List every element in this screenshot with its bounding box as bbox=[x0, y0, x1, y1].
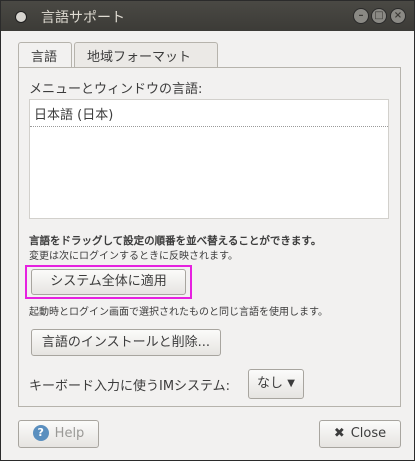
title-bar[interactable]: 言語サポート – □ × bbox=[1, 1, 414, 31]
language-list[interactable]: 日本語 (日本) bbox=[29, 99, 389, 219]
chevron-down-icon: ▼ bbox=[287, 378, 295, 389]
close-button[interactable]: ✖ Close bbox=[319, 420, 401, 448]
list-separator bbox=[30, 126, 388, 127]
help-circle-icon: ? bbox=[32, 424, 49, 441]
tab-language[interactable]: 言語 bbox=[18, 42, 72, 68]
minimize-button[interactable]: – bbox=[353, 8, 369, 24]
tab-regional-formats[interactable]: 地域フォーマット bbox=[74, 42, 218, 67]
im-system-select[interactable]: なし ▼ bbox=[248, 369, 304, 399]
app-icon bbox=[15, 11, 27, 23]
change-hint-text: 変更は次にログインするときに反映されます。 bbox=[29, 251, 238, 262]
maximize-button[interactable]: □ bbox=[371, 8, 387, 24]
menu-language-label: メニューとウィンドウの言語: bbox=[29, 82, 203, 97]
im-system-label: キーボード入力に使うIMシステム: bbox=[29, 379, 231, 394]
window-title: 言語サポート bbox=[41, 10, 125, 26]
help-label: Help bbox=[54, 426, 85, 441]
startup-hint-text: 起動時とログイン画面で選択されたものと同じ言語を使用します。 bbox=[29, 307, 328, 318]
close-window-button[interactable]: × bbox=[390, 8, 406, 24]
help-button[interactable]: ? Help bbox=[18, 420, 99, 448]
install-remove-languages-button[interactable]: 言語のインストールと削除... bbox=[31, 329, 221, 356]
x-icon: ✖ bbox=[333, 426, 345, 441]
language-support-window: 言語サポート – □ × 言語 地域フォーマット メニューとウィンドウの言語: … bbox=[0, 0, 415, 461]
apply-system-wide-button[interactable]: システム全体に適用 bbox=[31, 269, 186, 295]
close-label: Close bbox=[350, 426, 387, 441]
im-system-value: なし bbox=[256, 376, 283, 391]
drag-hint-text: 言語をドラッグして設定の順番を並べ替えることができます。 bbox=[29, 235, 322, 247]
list-item[interactable]: 日本語 (日本) bbox=[34, 104, 113, 123]
